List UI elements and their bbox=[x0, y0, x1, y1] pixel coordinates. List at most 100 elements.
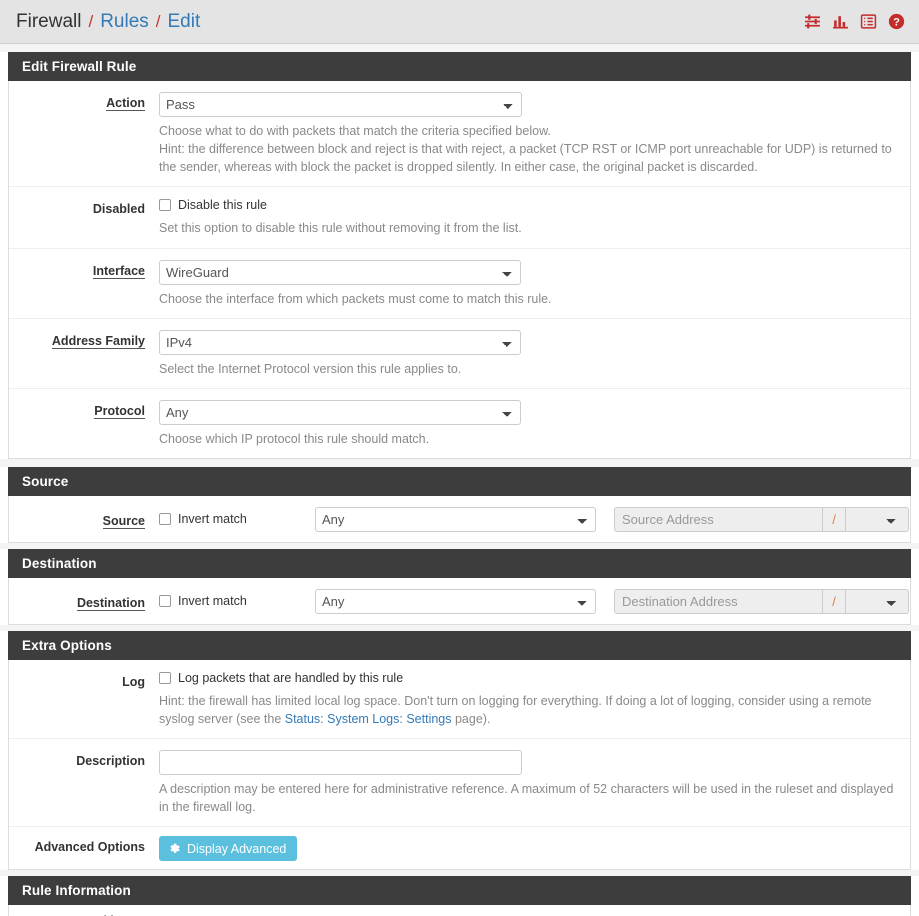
breadcrumb-root: Firewall bbox=[16, 10, 82, 32]
destination-invert-wrap[interactable]: Invert match bbox=[159, 594, 309, 608]
form-row-action: Action Pass Choose what to do with packe… bbox=[9, 81, 910, 188]
gear-icon bbox=[168, 842, 181, 855]
destination-slash-addon: / bbox=[822, 588, 846, 614]
control-disabled: Disable this rule Set this option to dis… bbox=[159, 198, 910, 237]
breadcrumb-link-rules[interactable]: Rules bbox=[100, 11, 149, 33]
form-row-protocol: Protocol Any Choose which IP protocol th… bbox=[9, 389, 910, 458]
help-icon[interactable]: ? bbox=[888, 13, 905, 30]
panel-body-extra-options: Log Log packets that are handled by this… bbox=[8, 659, 911, 871]
system-logs-settings-link[interactable]: Status: System Logs: Settings bbox=[285, 712, 452, 726]
help-log-before: Hint: the firewall has limited local log… bbox=[159, 693, 872, 726]
info-row-tracking-id: Tracking ID 1707118380 bbox=[9, 905, 910, 916]
form-row-advanced-options: Advanced Options Display Advanced bbox=[9, 827, 910, 869]
panel-body-destination: Destination Invert match Any / bbox=[8, 577, 911, 625]
destination-invert-match-checkbox[interactable] bbox=[159, 595, 171, 608]
address-family-select[interactable]: IPv4 bbox=[159, 329, 521, 355]
source-invert-match-checkbox[interactable] bbox=[159, 513, 171, 526]
source-mask-select[interactable] bbox=[846, 506, 909, 532]
source-address-group: / bbox=[614, 506, 909, 532]
display-advanced-button-label: Display Advanced bbox=[187, 841, 287, 856]
label-advanced-options: Advanced Options bbox=[34, 840, 145, 855]
source-type-select[interactable]: Any bbox=[315, 506, 596, 532]
svg-text:?: ? bbox=[893, 17, 900, 29]
help-address-family: Select the Internet Protocol version thi… bbox=[159, 361, 462, 376]
label-protocol: Protocol bbox=[9, 400, 159, 448]
spacer-source bbox=[0, 458, 919, 467]
panel-source: Source Source Invert match Any / bbox=[0, 466, 919, 543]
help-description: A description may be entered here for ad… bbox=[159, 782, 894, 815]
label-disabled: Disabled bbox=[92, 202, 145, 217]
log-checkbox-wrap[interactable]: Log packets that are handled by this rul… bbox=[159, 671, 403, 685]
source-address-input[interactable] bbox=[614, 506, 822, 532]
label-interface-text: Interface bbox=[92, 263, 145, 279]
description-input[interactable] bbox=[159, 750, 522, 776]
control-address-family: IPv4 Select the Internet Protocol versio… bbox=[159, 329, 910, 378]
control-advanced-options: Display Advanced bbox=[159, 836, 910, 862]
help-log: Hint: the firewall has limited local log… bbox=[159, 692, 896, 728]
label-action-text: Action bbox=[106, 96, 145, 111]
help-protocol: Choose which IP protocol this rule shoul… bbox=[159, 431, 430, 446]
spacer-top bbox=[0, 44, 919, 52]
panel-body-rule-information: Tracking ID 1707118380 Created 2/5/24 07… bbox=[8, 905, 911, 916]
disabled-checkbox-wrap[interactable]: Disable this rule bbox=[159, 198, 267, 212]
form-row-log: Log Log packets that are handled by this… bbox=[9, 660, 910, 740]
breadcrumb-separator-2: / bbox=[155, 11, 161, 31]
header-icon-group: ? bbox=[804, 13, 905, 30]
label-address-family: Address Family bbox=[9, 330, 159, 378]
panel-extra-options: Extra Options Log Log packets that are h… bbox=[0, 630, 919, 871]
destination-invert-match-label: Invert match bbox=[178, 594, 247, 609]
breadcrumb-link-edit[interactable]: Edit bbox=[168, 11, 201, 33]
breadcrumb: Firewall / Rules / Edit bbox=[16, 11, 200, 33]
sliders-icon[interactable] bbox=[804, 13, 821, 30]
panel-edit-firewall-rule: Edit Firewall Rule Action Pass Choose wh… bbox=[0, 52, 919, 459]
help-interface: Choose the interface from which packets … bbox=[159, 291, 552, 306]
label-log: Log bbox=[122, 674, 145, 689]
destination-address-group: / bbox=[614, 588, 909, 614]
control-action: Pass Choose what to do with packets that… bbox=[159, 92, 910, 176]
control-log: Log packets that are handled by this rul… bbox=[159, 671, 910, 728]
label-address-family-text: Address Family bbox=[51, 333, 145, 349]
list-icon[interactable] bbox=[860, 13, 877, 30]
label-protocol-text: Protocol bbox=[94, 403, 145, 419]
disable-rule-checkbox-label: Disable this rule bbox=[178, 198, 267, 213]
display-advanced-button[interactable]: Display Advanced bbox=[159, 836, 298, 862]
action-select[interactable]: Pass bbox=[159, 92, 522, 117]
label-interface: Interface bbox=[9, 260, 159, 308]
label-action: Action bbox=[9, 92, 159, 176]
help-action-line2: Hint: the difference between block and r… bbox=[159, 142, 892, 175]
protocol-select[interactable]: Any bbox=[159, 399, 521, 425]
panel-heading-extra-options: Extra Options bbox=[8, 630, 911, 660]
label-source: Source bbox=[9, 510, 159, 530]
source-slash-addon: / bbox=[822, 506, 846, 532]
destination-type-select[interactable]: Any bbox=[315, 588, 596, 614]
control-interface: WireGuard Choose the interface from whic… bbox=[159, 259, 910, 308]
panel-heading-edit-rule: Edit Firewall Rule bbox=[8, 52, 911, 81]
help-disabled: Set this option to disable this rule wit… bbox=[159, 221, 522, 236]
bar-chart-icon[interactable] bbox=[832, 13, 849, 30]
label-description: Description bbox=[76, 754, 145, 769]
disable-rule-checkbox[interactable] bbox=[159, 199, 171, 212]
control-protocol: Any Choose which IP protocol this rule s… bbox=[159, 399, 910, 448]
label-destination: Destination bbox=[9, 592, 159, 612]
help-action-line1: Choose what to do with packets that matc… bbox=[159, 124, 551, 138]
help-action: Choose what to do with packets that matc… bbox=[159, 122, 896, 176]
form-row-description: Description A description may be entered… bbox=[9, 739, 910, 828]
form-row-destination: Destination Invert match Any / bbox=[9, 578, 910, 624]
interface-select[interactable]: WireGuard bbox=[159, 259, 521, 285]
form-row-source: Source Invert match Any / bbox=[9, 496, 910, 542]
destination-mask-select[interactable] bbox=[846, 588, 909, 614]
breadcrumb-bar: Firewall / Rules / Edit ? bbox=[0, 0, 919, 44]
form-row-disabled: Disabled Disable this rule Set this opti… bbox=[9, 187, 910, 249]
panel-destination: Destination Destination Invert match Any… bbox=[0, 548, 919, 625]
help-log-after: page). bbox=[451, 712, 491, 726]
panel-body-edit-rule: Action Pass Choose what to do with packe… bbox=[8, 81, 911, 459]
source-invert-wrap[interactable]: Invert match bbox=[159, 512, 309, 526]
control-description: A description may be entered here for ad… bbox=[159, 750, 910, 816]
panel-heading-rule-information: Rule Information bbox=[8, 876, 911, 906]
log-packets-checkbox-label: Log packets that are handled by this rul… bbox=[178, 670, 404, 685]
log-packets-checkbox[interactable] bbox=[159, 671, 171, 684]
panel-heading-source: Source bbox=[8, 466, 911, 496]
form-row-interface: Interface WireGuard Choose the interface… bbox=[9, 249, 910, 319]
destination-address-input[interactable] bbox=[614, 588, 822, 614]
label-destination-text: Destination bbox=[76, 596, 145, 612]
